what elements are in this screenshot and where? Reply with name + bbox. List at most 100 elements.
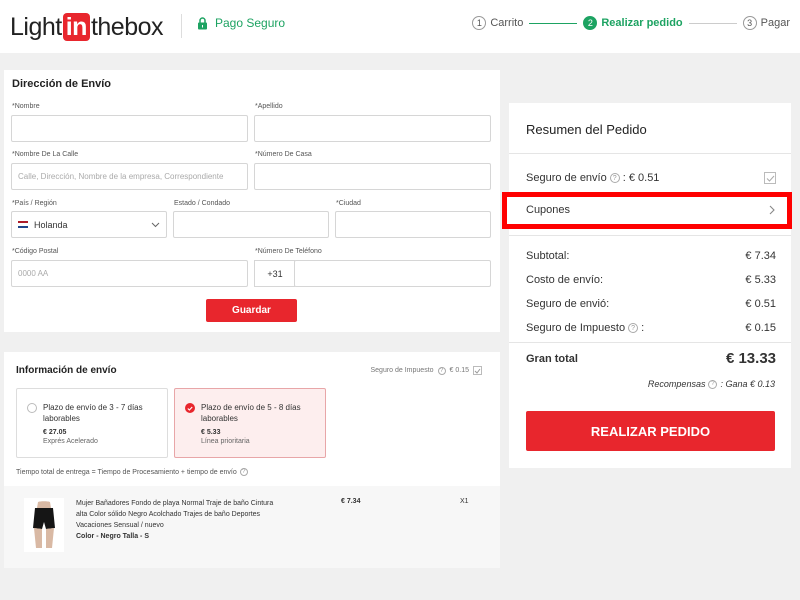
street-input[interactable] [18,172,247,181]
state-field[interactable] [173,211,329,238]
product-attributes: Color - Negro Talla - S [76,533,149,540]
house-number-field[interactable] [254,163,491,190]
product-price: € 7.34 [341,498,361,505]
grand-total-row: Gran total € 13.33 [526,350,776,367]
help-icon[interactable]: ? [708,379,718,389]
step-label: Pagar [760,17,790,29]
step-cart[interactable]: 1 Carrito [472,16,523,30]
secure-payment-badge: Pago Seguro [197,16,285,30]
phone-field[interactable] [294,260,491,287]
subtotal-row: Subtotal: € 7.34 [526,250,776,262]
radio-button[interactable] [27,403,37,413]
order-summary-card: Resumen del Pedido Seguro de envío ? : €… [509,103,791,468]
lock-icon [198,16,207,29]
house-number-label: *Número De Casa [255,151,312,158]
option-title: Plazo de envío de 5 - 8 días laborables [201,403,301,423]
help-icon[interactable]: ? [609,173,620,183]
step-connector [688,22,737,24]
last-name-label: *Apellido [255,103,283,110]
product-row: Mujer Bañadores Fondo de playa Normal Tr… [4,486,500,568]
country-value: Holanda [34,219,68,230]
last-name-field[interactable] [254,115,491,142]
divider [509,342,791,343]
step-number: 2 [583,16,598,30]
shipping-cost-label: Costo de envío: [526,274,604,286]
state-input[interactable] [180,220,328,229]
insurance-label: Seguro de envió: [526,298,610,310]
postal-code-field[interactable] [11,260,248,287]
shipping-cost-row: Costo de envío: € 5.33 [526,274,776,286]
insurance-row: Seguro de envió: € 0.51 [526,298,776,310]
shipping-option-express[interactable]: Plazo de envío de 3 - 7 días laborables … [16,388,168,458]
help-icon[interactable]: ? [437,366,446,375]
tax-insurance-row: Seguro de Impuesto ? : € 0.15 [526,322,776,334]
tax-insurance-colon: : [641,322,645,334]
netherlands-flag-icon [18,221,28,228]
lightinthebox-logo[interactable]: Light in thebox [10,12,164,42]
step-label: Realizar pedido [601,17,683,29]
phone-input[interactable] [301,269,490,278]
divider [509,153,791,154]
tax-insurance-label: Seguro de Impuesto [526,322,626,334]
logo-text-thebox: thebox [90,12,164,41]
product-quantity: X1 [460,498,469,505]
step-number: 1 [472,16,487,30]
country-select[interactable]: Holanda [11,211,167,238]
tax-insurance-value: € 0.15 [745,322,776,334]
shipping-insurance-label: Seguro de envío [526,172,607,184]
address-title: Dirección de Envío [12,78,112,90]
chevron-down-icon [151,222,160,227]
coupons-highlight: Cupones [502,192,792,229]
shipping-info-card: Información de envío Seguro de Impuesto … [4,352,500,568]
radio-button-selected[interactable] [185,403,195,413]
tax-insurance: Seguro de Impuesto ? € 0.15 [370,366,482,375]
insurance-value: € 0.51 [745,298,776,310]
shipping-option-priority[interactable]: Plazo de envío de 5 - 8 días laborables … [174,388,326,458]
secure-payment-label: Pago Seguro [215,16,286,30]
delivery-time-text: Tiempo total de entrega = Tiempo de Proc… [16,468,237,476]
product-image[interactable] [24,498,64,552]
postal-code-input[interactable] [18,269,247,278]
shipping-insurance-row: Seguro de envío ? : € 0.51 [526,172,776,184]
city-input[interactable] [342,220,490,229]
checkmark-icon [474,368,481,374]
rewards-label: Recompensas [647,379,706,389]
coupons-row[interactable]: Cupones [526,204,775,216]
tax-insurance-label: Seguro de Impuesto [370,367,434,374]
checkmark-icon [766,175,774,182]
street-field[interactable] [11,163,248,190]
logo-text-light: Light [10,12,62,41]
city-label: *Ciudad [336,200,361,207]
rewards: Recompensas ? : Gana € 0.13 [648,379,775,389]
page-header: Light in thebox Pago Seguro 1 Carrito 2 Re… [0,0,800,53]
first-name-label: *Nombre [12,103,40,110]
step-connector [529,22,578,24]
option-line: Línea prioritaria [201,438,250,445]
option-price: € 5.33 [201,429,221,436]
first-name-field[interactable] [11,115,248,142]
save-address-button[interactable]: Guardar [206,299,297,322]
step-label: Carrito [490,17,524,29]
step-pay: 3 Pagar [742,16,790,30]
header-divider [181,14,182,38]
house-number-input[interactable] [261,172,490,181]
help-icon[interactable]: ? [628,323,639,333]
product-name[interactable]: Mujer Bañadores Fondo de playa Normal Tr… [76,498,286,531]
coupons-label: Cupones [526,204,571,216]
last-name-input[interactable] [261,124,490,133]
divider [509,235,791,236]
shipping-insurance-checkbox[interactable] [764,172,776,184]
step-number: 3 [742,16,757,30]
place-order-button[interactable]: REALIZAR PEDIDO [526,411,775,451]
street-label: *Nombre De La Calle [12,151,79,158]
country-label: *País / Región [12,200,57,207]
city-field[interactable] [335,211,491,238]
shipping-cost-value: € 5.33 [745,274,776,286]
logo-text-in: in [62,13,90,41]
rewards-value: : Gana € 0.13 [720,379,775,389]
tax-insurance-checkbox[interactable] [473,366,482,375]
help-icon[interactable]: ? [239,468,248,476]
first-name-input[interactable] [18,124,247,133]
delivery-time-note: Tiempo total de entrega = Tiempo de Proc… [16,468,248,476]
step-place-order: 2 Realizar pedido [583,16,683,30]
